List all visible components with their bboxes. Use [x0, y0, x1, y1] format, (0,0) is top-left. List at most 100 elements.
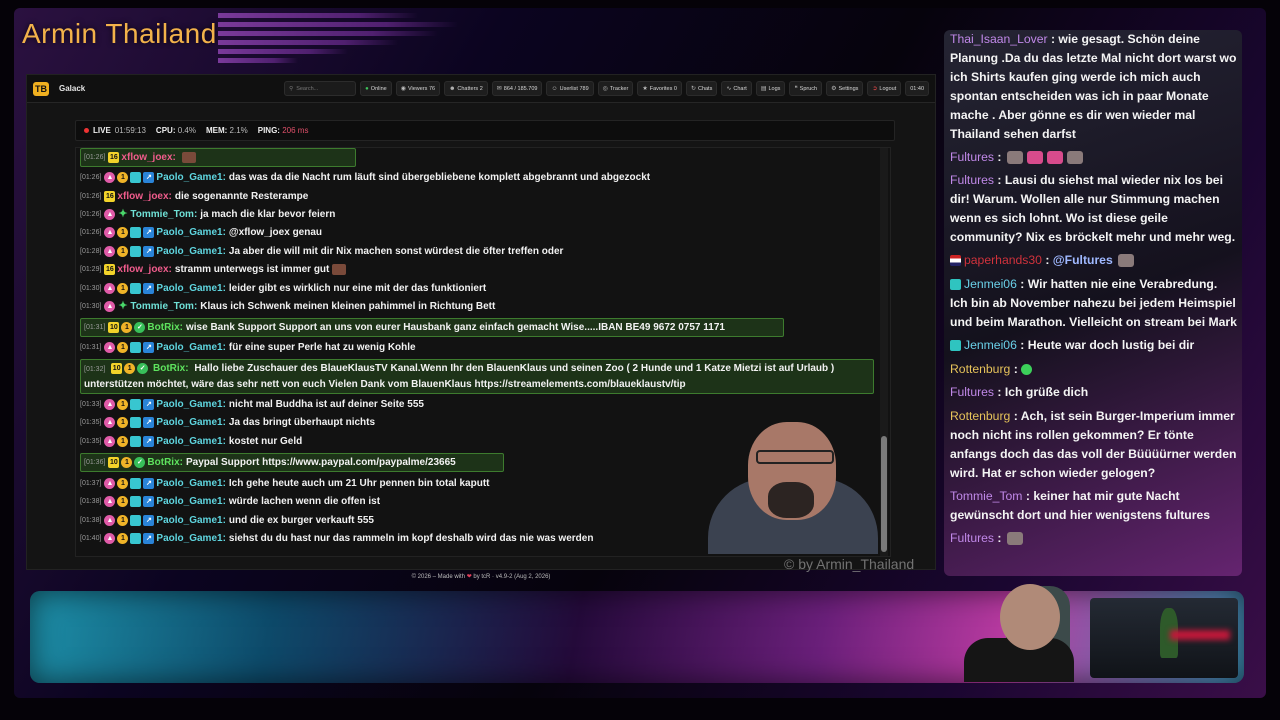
favorites-button[interactable]: ★ Favorites 0	[637, 81, 682, 96]
footer-prefix: © 2026 – Made with	[411, 574, 466, 580]
coin-badge-icon: 1	[124, 362, 136, 374]
chat-message: [01:29] 16 xflow_joex: stramm unterwegs …	[80, 262, 347, 277]
logs-button[interactable]: ▤ Logs	[755, 81, 786, 96]
gift-badge-icon	[130, 478, 142, 489]
sub-badge-icon: 10	[111, 362, 123, 374]
message-text: nicht mal Buddha ist auf deiner Seite 55…	[228, 399, 424, 410]
message-username[interactable]: Paolo_Game1:	[156, 244, 225, 259]
sub-badge-icon	[950, 279, 961, 291]
vip-badge-icon: ▲	[104, 342, 116, 353]
message-username[interactable]: Paolo_Game1:	[156, 281, 225, 296]
gift-badge-icon	[130, 436, 142, 447]
ping-value: 206 ms	[282, 126, 309, 135]
message-username[interactable]: Paolo_Game1:	[156, 170, 225, 185]
overlay-chat-message: Fultures :	[950, 529, 1238, 548]
chat-message: [01:37] ▲ 1 ↗ Paolo_Game1: Ich gehe heute …	[80, 476, 490, 491]
messages-button[interactable]: ✉ 864 / 185.709	[491, 81, 543, 96]
chat-message: [01:26] ▲ 1 ↗ Paolo_Game1: das was da die …	[80, 170, 650, 185]
userlist-button[interactable]: ☺ Userlist 789	[546, 81, 594, 96]
message-username[interactable]: Paolo_Game1:	[156, 531, 225, 546]
message-username[interactable]: xflow_joex:	[121, 150, 175, 165]
message-text: Paypal Support https://www.paypal.com/pa…	[185, 457, 456, 468]
overlay-separator: :	[994, 173, 1005, 187]
message-icon: ✉	[496, 86, 502, 92]
logs-label: Logs	[768, 85, 781, 92]
viewers-label: Viewers 76	[407, 85, 436, 92]
message-text: @xflow_joex genau	[228, 227, 323, 238]
coin-badge-icon: 1	[117, 227, 129, 238]
sub-badge-icon: 16	[108, 152, 120, 163]
message-timestamp: [01:38]	[80, 517, 102, 524]
coin-badge-icon: 1	[117, 478, 129, 489]
gift-badge-icon	[130, 283, 142, 294]
message-username[interactable]: Paolo_Game1:	[156, 397, 225, 412]
live-time: 01:59:13	[114, 126, 146, 135]
pickaxe-badge-icon: ↗	[143, 436, 155, 447]
mem-label: MEM:	[205, 126, 228, 135]
logout-button[interactable]: ➲ Logout	[867, 81, 902, 96]
viewers-button[interactable]: ◉ Viewers 76	[395, 81, 441, 96]
chatters-button[interactable]: ☻ Chatters 2	[444, 81, 488, 96]
search-input[interactable]: ⚲ Search...	[284, 81, 357, 96]
search-icon: ⚲	[289, 85, 294, 92]
message-username[interactable]: Tommie_Tom:	[130, 207, 197, 222]
overlay-chat-message: Tommie_Tom : keiner hat mir gute Nacht g…	[950, 487, 1238, 525]
message-text: kostet nur Geld	[228, 436, 303, 447]
overlay-username: Rottenburg	[950, 362, 1011, 376]
decor-stripe	[218, 49, 348, 54]
coin-badge-icon: 1	[121, 322, 133, 333]
message-text: wise Bank Support Support an uns von eur…	[185, 322, 725, 333]
gift-badge-icon	[130, 399, 142, 410]
message-username[interactable]: BotRix:	[147, 455, 183, 470]
chats-label: Chats	[697, 85, 713, 92]
vip-badge-icon: ▲	[104, 478, 116, 489]
message-username[interactable]: BotRix:	[147, 320, 183, 335]
overlay-username: Fultures	[950, 173, 995, 187]
target-icon: ◎	[602, 86, 608, 92]
overlay-separator: :	[1010, 362, 1022, 376]
chats-button[interactable]: ↻ Chats	[685, 81, 718, 96]
cpu-label: CPU:	[155, 126, 176, 135]
vip-badge-icon: ▲	[104, 209, 116, 220]
gift-badge-icon	[130, 246, 142, 257]
sub-badge-icon: 16	[104, 191, 116, 202]
message-text: ja mach die klar bevor feiern	[200, 209, 336, 220]
message-username[interactable]: Paolo_Game1:	[156, 340, 225, 355]
message-username[interactable]: Tommie_Tom:	[130, 299, 197, 314]
overlay-chat-message: paperhands30 : @Fultures	[950, 251, 1238, 270]
message-username[interactable]: xflow_joex:	[117, 189, 171, 204]
coin-badge-icon: 1	[117, 417, 129, 428]
emote-icon	[1046, 151, 1063, 165]
message-username[interactable]: Paolo_Game1:	[156, 225, 225, 240]
pickaxe-badge-icon: ↗	[143, 246, 155, 257]
message-username[interactable]: Paolo_Game1:	[156, 434, 225, 449]
message-username[interactable]: Paolo_Game1:	[156, 415, 225, 430]
message-text: stramm unterwegs ist immer gut	[174, 264, 330, 275]
overlay-separator: :	[994, 531, 1005, 545]
decor-stripe	[218, 40, 398, 45]
pickaxe-badge-icon: ↗	[143, 533, 155, 544]
message-username[interactable]: xflow_joex:	[117, 262, 171, 277]
overlay-message-text: Heute war doch lustig bei dir	[1027, 338, 1195, 352]
vip-badge-icon: ▲	[104, 533, 116, 544]
gift-badge-icon	[130, 496, 142, 507]
message-username[interactable]: Paolo_Game1:	[156, 494, 225, 509]
chat-message: [01:35] ▲ 1 ↗ Paolo_Game1: kostet nur Geld	[80, 434, 302, 449]
overlay-username: Fultures	[950, 385, 995, 399]
coin-badge-icon: 1	[117, 246, 129, 257]
message-username[interactable]: BotRix:	[153, 363, 189, 374]
message-username[interactable]: Paolo_Game1:	[156, 476, 225, 491]
overlay-username: Thai_Isaan_Lover	[950, 32, 1048, 46]
online-button[interactable]: ● Online	[360, 81, 392, 96]
mem-value: 2.1%	[229, 126, 248, 135]
message-username[interactable]: Paolo_Game1:	[156, 513, 225, 528]
user-icon: ☺	[551, 85, 558, 92]
message-text: Klaus ich Schwenk meinen kleinen pahimme…	[200, 301, 496, 312]
message-timestamp: [01:26]	[80, 193, 102, 200]
settings-button[interactable]: ⚙ Settings	[826, 81, 864, 96]
webcam-room	[1090, 598, 1238, 678]
spruch-button[interactable]: ❝ Spruch	[789, 81, 823, 96]
chat-message: [01:40] ▲ 1 ↗ Paolo_Game1: siehst du du ha…	[80, 531, 593, 546]
chart-button[interactable]: ∿ Chart	[721, 81, 752, 96]
tracker-button[interactable]: ◎ Tracker	[597, 81, 634, 96]
